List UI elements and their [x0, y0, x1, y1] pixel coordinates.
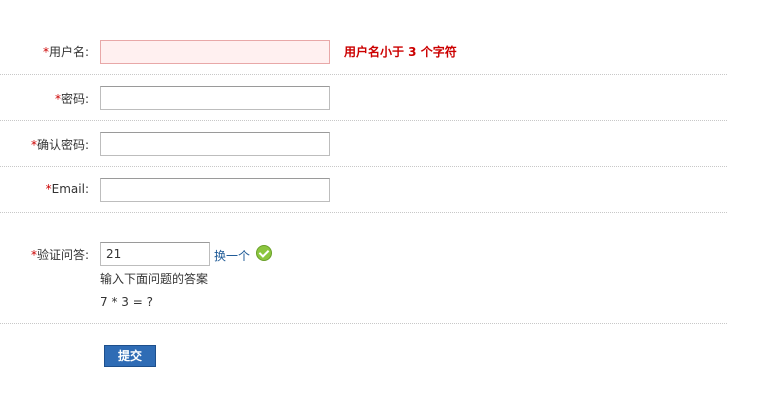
username-label-text: 用户名:	[48, 45, 89, 59]
captcha-hint: 输入下面问题的答案	[100, 272, 209, 286]
captcha-label-text: 验证问答:	[36, 248, 89, 262]
divider	[0, 74, 727, 75]
password-label-text: 密码:	[60, 92, 89, 106]
email-label-text: Email:	[51, 182, 89, 196]
check-circle-icon	[256, 245, 272, 261]
password-label: *密码:	[0, 90, 89, 107]
email-label: *Email:	[0, 182, 89, 196]
username-input[interactable]	[100, 40, 330, 64]
confirm-password-input[interactable]	[100, 132, 330, 156]
captcha-input[interactable]	[100, 242, 210, 266]
refresh-captcha-link[interactable]: 换一个	[214, 247, 250, 264]
confirm-password-label: *确认密码:	[0, 136, 89, 153]
password-input[interactable]	[100, 86, 330, 110]
submit-button[interactable]: 提交	[104, 345, 156, 367]
divider	[0, 166, 727, 167]
captcha-question: 7 * 3 = ?	[100, 295, 153, 309]
divider	[0, 120, 727, 121]
username-label: *用户名:	[0, 43, 89, 60]
divider	[0, 323, 727, 324]
confirm-password-label-text: 确认密码:	[36, 138, 89, 152]
divider	[0, 212, 727, 213]
captcha-label: *验证问答:	[0, 246, 89, 263]
username-error: 用户名小于 3 个字符	[344, 45, 457, 59]
email-input[interactable]	[100, 178, 330, 202]
